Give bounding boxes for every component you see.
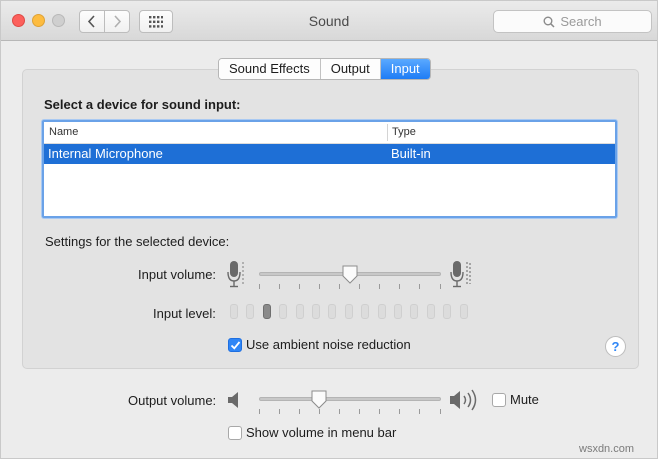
input-level-segment (378, 304, 386, 319)
tab-input[interactable]: Input (380, 59, 430, 79)
help-button[interactable]: ? (605, 336, 626, 357)
microphone-low-icon (227, 261, 244, 288)
device-list-heading: Select a device for sound input: (44, 97, 241, 112)
input-level-segment (443, 304, 451, 319)
table-header: Name Type (44, 122, 615, 144)
input-level-label: Input level: (153, 306, 216, 321)
tab-bar: Sound Effects Output Input (218, 58, 431, 80)
input-volume-slider-knob[interactable] (341, 265, 359, 285)
input-volume-label: Input volume: (138, 267, 217, 282)
watermark-text: wsxdn.com (579, 443, 635, 455)
sound-preferences-window: Sound Search Sound Effects Output Input … (0, 0, 658, 459)
microphone-high-icon (450, 261, 471, 288)
title-bar: Sound Search (1, 1, 657, 41)
output-volume-slider-knob[interactable] (310, 390, 328, 410)
tab-output[interactable]: Output (320, 59, 381, 79)
input-level-segment (312, 304, 320, 319)
show-volume-menu-bar-label: Show volume in menu bar (246, 425, 397, 440)
input-level-segment (410, 304, 418, 319)
column-divider (387, 124, 388, 141)
input-level-segment (263, 304, 271, 319)
output-volume-slider-track[interactable] (259, 397, 441, 401)
input-device-table[interactable]: Name Type Internal Microphone Built-in (42, 120, 617, 218)
column-header-name[interactable]: Name (49, 126, 78, 138)
search-icon (543, 16, 555, 28)
output-volume-ticks (259, 409, 441, 414)
table-row[interactable]: Internal Microphone Built-in (44, 144, 615, 164)
mute-checkbox[interactable] (492, 393, 506, 407)
tab-sound-effects[interactable]: Sound Effects (219, 59, 321, 79)
noise-reduction-checkbox[interactable] (228, 338, 242, 352)
show-volume-menu-bar-checkbox[interactable] (228, 426, 242, 440)
input-level-segment (427, 304, 435, 319)
input-level-segment (279, 304, 287, 319)
input-level-segment (345, 304, 353, 319)
speaker-high-icon (450, 389, 477, 411)
noise-reduction-label: Use ambient noise reduction (246, 337, 411, 352)
settings-heading: Settings for the selected device: (45, 234, 230, 249)
input-level-segment (394, 304, 402, 319)
speaker-low-icon (228, 392, 238, 408)
input-tab-panel (22, 69, 639, 369)
checkmark-icon (230, 341, 241, 350)
input-level-segment (246, 304, 254, 319)
device-type: Built-in (391, 146, 431, 161)
input-level-segment (328, 304, 336, 319)
input-level-segment (230, 304, 238, 319)
input-level-segment (361, 304, 369, 319)
search-placeholder: Search (560, 14, 602, 29)
mute-label: Mute (510, 392, 539, 407)
column-header-type[interactable]: Type (392, 126, 416, 138)
input-level-segment (460, 304, 468, 319)
output-volume-label: Output volume: (128, 393, 217, 408)
search-field[interactable]: Search (493, 10, 652, 33)
device-name: Internal Microphone (48, 146, 163, 161)
input-level-segment (296, 304, 304, 319)
